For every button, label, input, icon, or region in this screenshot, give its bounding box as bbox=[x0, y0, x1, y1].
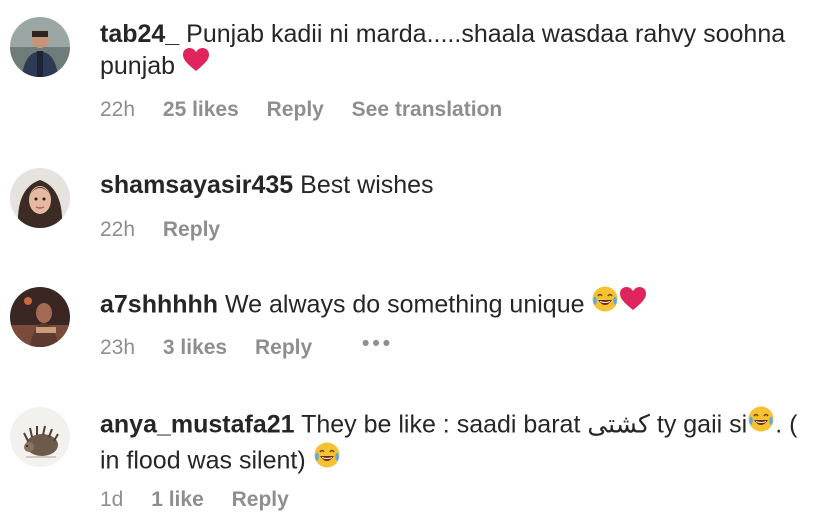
avatar-image bbox=[10, 287, 70, 347]
comment-text: anya_mustafa21 They be like : saadi bara… bbox=[100, 405, 800, 480]
likes-count[interactable]: 25 likes bbox=[163, 97, 239, 123]
reply-button[interactable]: Reply bbox=[232, 487, 289, 513]
avatar[interactable] bbox=[10, 17, 70, 77]
comment-body: Best wishes bbox=[300, 171, 434, 199]
comment-text: a7shhhhh We always do something unique bbox=[100, 285, 800, 324]
more-options-icon[interactable]: ••• bbox=[362, 331, 393, 357]
red-heart-icon bbox=[182, 47, 210, 81]
username[interactable]: tab24_ bbox=[100, 20, 179, 48]
reply-button[interactable]: Reply bbox=[163, 217, 220, 243]
reply-button[interactable]: Reply bbox=[255, 335, 312, 361]
laughing-tears-icon bbox=[591, 285, 619, 321]
avatar[interactable] bbox=[10, 287, 70, 347]
red-heart-icon bbox=[619, 286, 647, 320]
username[interactable]: anya_mustafa21 bbox=[100, 411, 295, 439]
username[interactable]: a7shhhhh bbox=[100, 291, 218, 319]
likes-count[interactable]: 1 like bbox=[151, 487, 204, 513]
comment-meta: 22h Reply bbox=[100, 217, 242, 243]
comment-meta: 22h 25 likes Reply See translation bbox=[100, 97, 524, 123]
timestamp: 23h bbox=[100, 336, 136, 359]
comment-body-part: ty gaii si bbox=[649, 410, 748, 439]
avatar-image bbox=[10, 168, 70, 228]
comment-body-part: They be like : saadi barat bbox=[301, 410, 588, 439]
reply-button[interactable]: Reply bbox=[267, 97, 324, 123]
laughing-tears-icon bbox=[313, 441, 341, 477]
comment-body: We always do something unique bbox=[225, 290, 585, 319]
comment-meta: 1d 1 like Reply bbox=[100, 487, 311, 513]
timestamp: 22h bbox=[100, 98, 136, 121]
comment-body-urdu: کشتی bbox=[587, 410, 650, 439]
likes-count[interactable]: 3 likes bbox=[163, 335, 227, 361]
avatar[interactable] bbox=[10, 407, 70, 467]
avatar[interactable] bbox=[10, 168, 70, 228]
timestamp: 22h bbox=[100, 218, 136, 241]
avatar-image bbox=[10, 407, 70, 467]
see-translation-link[interactable]: See translation bbox=[352, 97, 503, 123]
username[interactable]: shamsayasir435 bbox=[100, 171, 293, 199]
comment-text: tab24_ Punjab kadii ni marda.....shaala … bbox=[100, 18, 800, 84]
comment-meta: 23h 3 likes Reply ••• bbox=[100, 332, 415, 361]
comment-text: shamsayasir435 Best wishes bbox=[100, 169, 800, 201]
avatar-image bbox=[10, 17, 70, 77]
laughing-tears-icon bbox=[747, 405, 775, 441]
timestamp: 1d bbox=[100, 488, 124, 511]
